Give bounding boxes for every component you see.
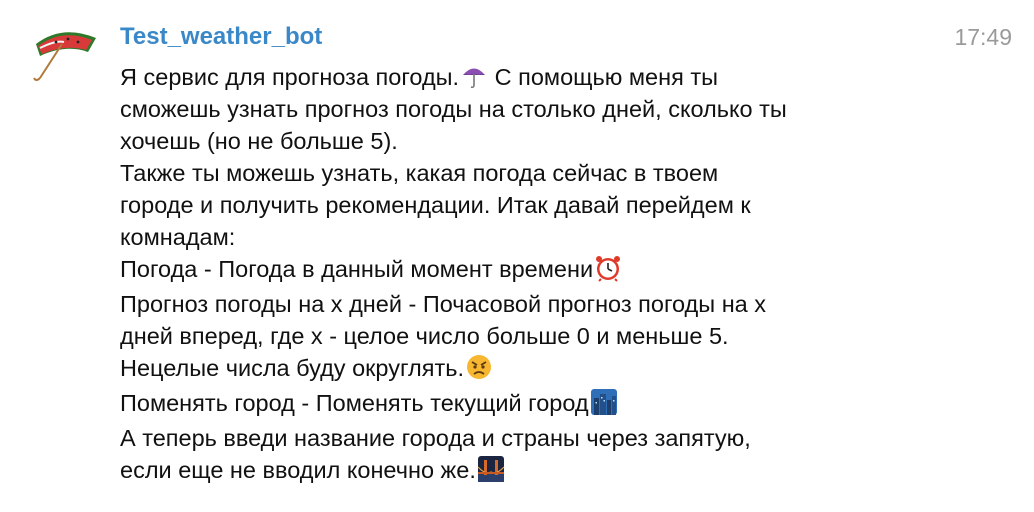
message-line: городе и получить рекомендации. Итак дав… [120,189,1000,221]
message-line: Нецелые числа буду округлять. [120,352,1000,384]
message-text: Нецелые числа буду округлять. [120,355,464,381]
message-text: Прогноз погоды на x дней - Почасовой про… [120,291,767,317]
message-text: С помощью меня ты [488,64,718,90]
message-text: комнадам: [120,224,236,250]
avatar[interactable] [26,22,98,84]
message-text: хочешь (но не больше 5). [120,128,398,154]
message-line: Прогноз погоды на x дней - Почасовой про… [120,288,1000,320]
message-line: комнадам: [120,221,1000,253]
message-text: городе и получить рекомендации. Итак дав… [120,192,751,218]
message-text: А теперь введи название города и страны … [120,425,751,451]
message-line: Я сервис для прогноза погоды. С помощью … [120,61,1000,93]
message-line: Поменять город - Поменять текущий город [120,387,1000,419]
message-time: 17:49 [954,24,1012,50]
chat-message: Test_weather_bot 17:49 Я сервис для прог… [0,0,1034,512]
message-text: Поменять город - Поменять текущий город [120,390,589,416]
sender-name[interactable]: Test_weather_bot [120,22,322,52]
message-line: Погода - Погода в данный момент времени [120,253,1000,285]
message-body: Я сервис для прогноза погоды. С помощью … [120,61,1000,486]
bridge-at-night-icon [477,455,505,483]
message-text: если еще не вводил конечно же. [120,457,476,483]
message-line: А теперь введи название города и страны … [120,422,1000,454]
message-text: Также ты можешь узнать, какая погода сей… [120,160,719,186]
message-text: сможешь узнать прогноз погоды на столько… [120,96,787,122]
cityscape-icon [590,388,618,416]
watermelon-umbrella-icon [33,32,96,81]
message-line: дней вперед, где x - целое число больше … [120,320,1000,352]
message-text: Я сервис для прогноза погоды. [120,64,460,90]
message-text: Погода - Погода в данный момент времени [120,256,594,282]
message-line: если еще не вводил конечно же. [120,454,1000,486]
umbrella-icon [460,62,488,90]
angry-face-icon [465,353,493,381]
alarm-clock-icon [594,254,622,282]
message-text: дней вперед, где x - целое число больше … [120,323,729,349]
message-line: Также ты можешь узнать, какая погода сей… [120,157,1000,189]
message-line: хочешь (но не больше 5). [120,125,1000,157]
message-line: сможешь узнать прогноз погоды на столько… [120,93,1000,125]
